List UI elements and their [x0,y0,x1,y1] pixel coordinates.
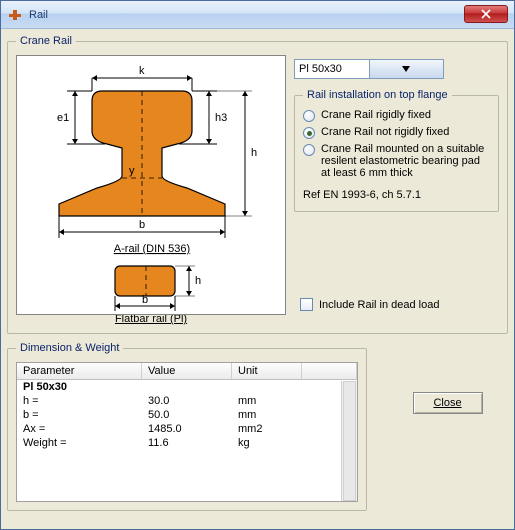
svg-text:y: y [129,165,135,177]
rail-type-value: Pl 50x30 [295,63,369,75]
dimension-weight-group: Dimension & Weight Parameter Value Unit … [7,342,367,511]
svg-text:b: b [142,294,148,306]
window-title: Rail [29,9,48,21]
install-ref-text: Ref EN 1993-6, ch 5.7.1 [303,189,490,201]
a-rail-caption: A-rail (DIN 536) [114,243,190,255]
rail-diagram: k e1 h3 h [16,55,286,315]
table-row: Ax = 1485.0 mm2 [17,422,357,436]
rail-dialog: Rail Crane Rail [0,0,515,530]
svg-text:e1: e1 [57,112,69,124]
rail-type-select[interactable]: Pl 50x30 [294,59,444,79]
svg-text:b: b [139,219,145,231]
table-row: Weight = 11.6 kg [17,436,357,450]
svg-text:k: k [139,65,145,77]
dimension-weight-legend: Dimension & Weight [16,342,123,354]
checkbox-icon [300,298,313,311]
close-button[interactable]: Close [413,392,483,414]
rail-install-legend: Rail installation on top flange [303,89,452,101]
window-close-button[interactable] [464,5,508,23]
app-icon [7,7,23,23]
table-row: h = 30.0 mm [17,394,357,408]
svg-text:h: h [251,147,257,159]
radio-elastomeric-pad[interactable]: Crane Rail mounted on a suitable resilen… [303,141,490,181]
include-dead-load-checkbox[interactable]: Include Rail in dead load [300,298,499,311]
crane-rail-legend: Crane Rail [16,35,76,47]
radio-icon [303,127,315,139]
rail-install-group: Rail installation on top flange Crane Ra… [294,89,499,212]
table-row: Pl 50x30 [17,380,357,394]
dimension-table: Parameter Value Unit Pl 50x30 h = 30.0 m… [16,362,358,502]
radio-rigidly-fixed[interactable]: Crane Rail rigidly fixed [303,107,490,124]
crane-rail-group: Crane Rail [7,35,508,334]
svg-text:h3: h3 [215,112,227,124]
chevron-down-icon [369,60,444,78]
radio-icon [303,144,315,156]
titlebar: Rail [1,1,514,29]
svg-text:h: h [195,275,201,287]
radio-icon [303,110,315,122]
radio-not-rigidly-fixed[interactable]: Crane Rail not rigidly fixed [303,124,490,141]
table-header: Parameter Value Unit [17,363,357,380]
table-row: b = 50.0 mm [17,408,357,422]
table-scrollbar[interactable] [341,381,357,501]
